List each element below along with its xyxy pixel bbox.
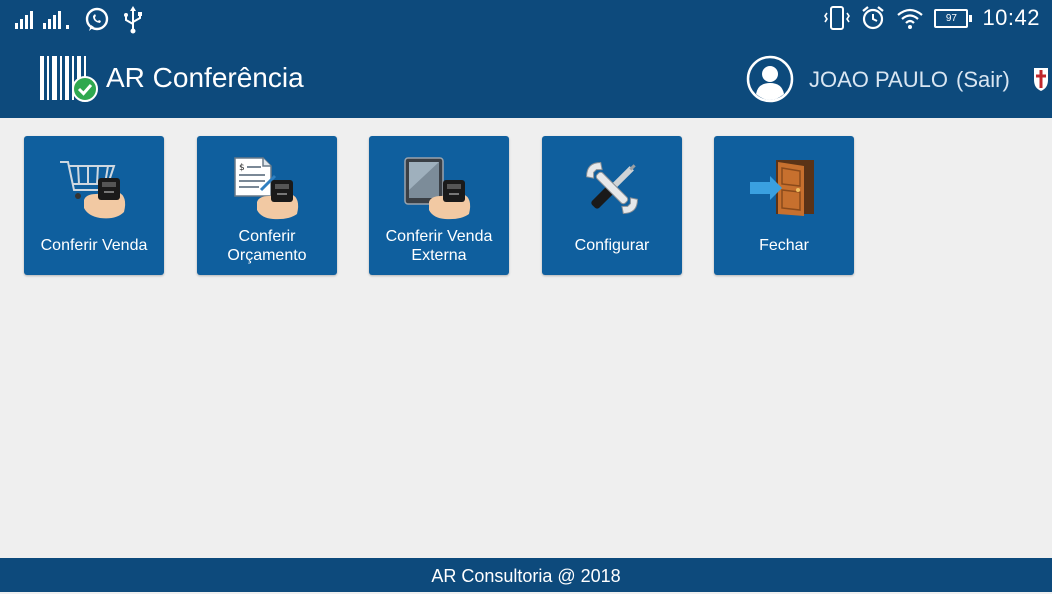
tile-label: Fechar	[759, 237, 809, 254]
tile-label: Conferir Venda Externa	[385, 228, 493, 264]
exit-door-icon	[750, 160, 814, 216]
wrench-screwdriver-icon	[586, 162, 638, 214]
svg-text:$: $	[239, 163, 245, 173]
status-clock: 10:42	[982, 5, 1040, 30]
flag-icon	[1034, 68, 1048, 91]
status-icons-left	[14, 6, 144, 34]
app-bar: AR Conferência JOAO PAULO (Sair)	[0, 40, 1052, 118]
vibrate-icon	[824, 6, 851, 30]
signal-icon	[15, 11, 69, 29]
document-scanner-icon: $	[234, 157, 299, 220]
status-bar: 97 10:42	[0, 0, 1052, 40]
shopping-cart-scanner-icon	[60, 161, 126, 219]
tile-conferir-venda[interactable]: Conferir Venda	[24, 136, 164, 275]
user-name: JOAO PAULO	[809, 67, 948, 92]
tile-configurar[interactable]: Configurar	[542, 136, 682, 275]
user-avatar-icon[interactable]	[746, 55, 794, 103]
status-icons-right: 97 10:42	[824, 4, 1040, 32]
tile-label: Conferir Orçamento	[227, 228, 307, 264]
footer-text: AR Consultoria @ 2018	[431, 566, 621, 586]
battery-icon: 97	[934, 8, 973, 28]
tile-label: Configurar	[574, 237, 650, 254]
footer: AR Consultoria @ 2018	[0, 558, 1052, 592]
app-title: AR Conferência	[106, 62, 304, 93]
barcode-check-logo	[40, 56, 98, 102]
logout-link[interactable]: (Sair)	[956, 67, 1010, 93]
wifi-icon	[897, 8, 924, 29]
tile-fechar[interactable]: Fechar	[714, 136, 854, 275]
whatsapp-icon	[85, 7, 109, 31]
usb-icon	[124, 6, 142, 34]
alarm-icon	[862, 6, 885, 30]
tablet-scanner-icon	[404, 157, 471, 220]
tile-conferir-orcamento[interactable]: $ Conferir Orçamento	[197, 136, 337, 275]
tile-conferir-venda-externa[interactable]: Conferir Venda Externa	[369, 136, 509, 275]
tile-label: Conferir Venda	[40, 237, 148, 254]
